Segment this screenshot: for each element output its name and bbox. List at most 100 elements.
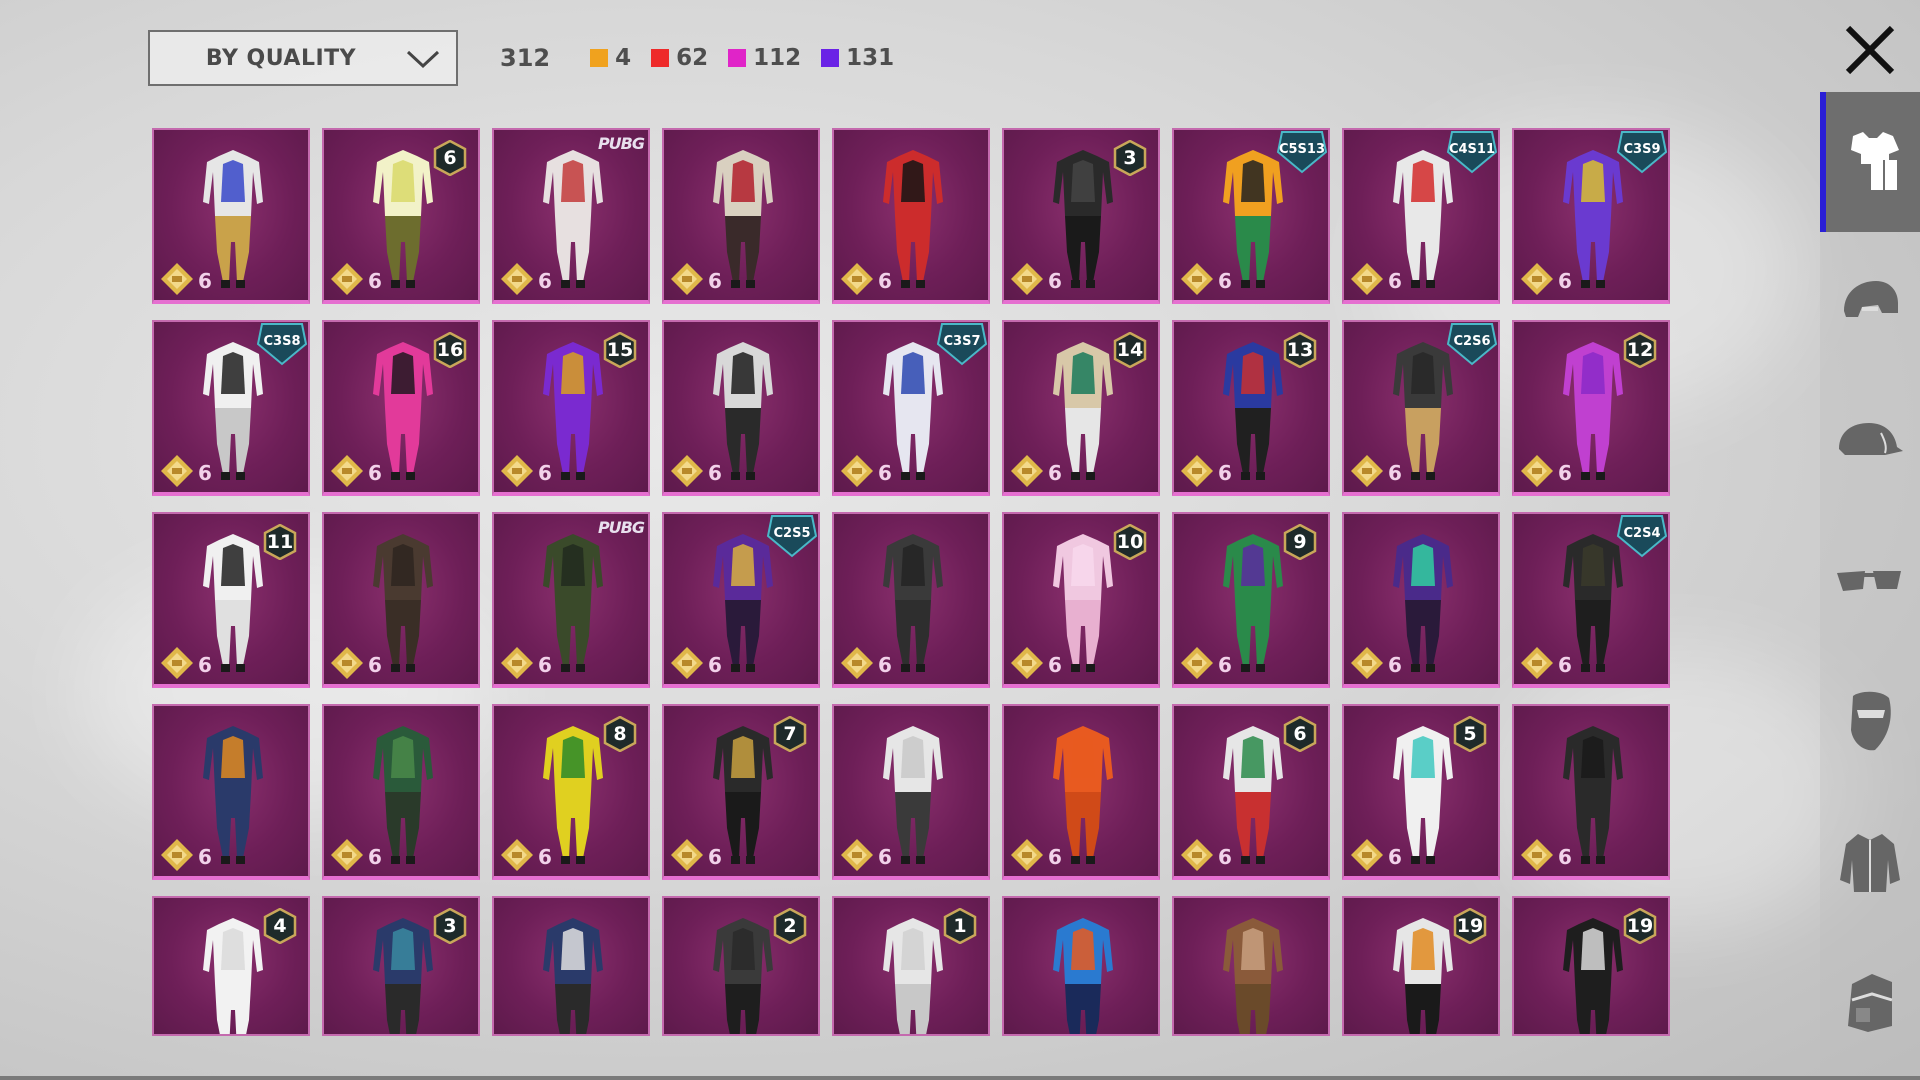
- item-card[interactable]: 6: [832, 128, 990, 304]
- item-card[interactable]: 6 C3S9: [1512, 128, 1670, 304]
- currency-icon: [1521, 263, 1553, 295]
- item-card[interactable]: 19: [1342, 896, 1500, 1036]
- item-card[interactable]: 6: [662, 320, 820, 496]
- currency-icon: [1521, 839, 1553, 871]
- close-button[interactable]: [1834, 14, 1906, 86]
- item-card[interactable]: 4: [152, 896, 310, 1036]
- item-card[interactable]: 6: [832, 512, 990, 688]
- sidebar-item-glasses[interactable]: [1820, 512, 1920, 652]
- badge-label: 9: [1293, 531, 1307, 553]
- item-card[interactable]: 6 11: [152, 512, 310, 688]
- item-card[interactable]: 6: [152, 704, 310, 880]
- item-card[interactable]: 6: [1002, 704, 1160, 880]
- item-card[interactable]: 6 10: [1002, 512, 1160, 688]
- currency-icon: [331, 647, 363, 679]
- item-card[interactable]: 63: [1002, 128, 1160, 304]
- item-card[interactable]: 66: [322, 128, 480, 304]
- item-card[interactable]: 6 PUBG: [492, 128, 650, 304]
- item-card[interactable]: 6 C5S13: [1172, 128, 1330, 304]
- outfit-figure: [543, 918, 603, 1034]
- badge-label: 3: [1123, 147, 1137, 169]
- quality-swatch: [590, 49, 609, 67]
- currency-icon: [1181, 455, 1213, 487]
- quality-swatch: [728, 49, 747, 67]
- sidebar-item-mask[interactable]: [1820, 652, 1920, 792]
- outfit-figure: [713, 918, 773, 1034]
- quality-count-value: 62: [676, 45, 709, 71]
- item-card[interactable]: 3: [322, 896, 480, 1036]
- item-quantity: 6: [1218, 269, 1232, 293]
- season-rank-badge: 3: [1112, 139, 1148, 177]
- item-card[interactable]: 6 C4S11: [1342, 128, 1500, 304]
- item-card[interactable]: 6 C2S5: [662, 512, 820, 688]
- season-rank-badge: 12: [1622, 331, 1658, 369]
- item-quantity: 6: [878, 269, 892, 293]
- badge-label: 8: [613, 723, 627, 745]
- badge-label: 14: [1116, 339, 1144, 361]
- item-quantity: 6: [1388, 845, 1402, 869]
- item-card[interactable]: 6 12: [1512, 320, 1670, 496]
- item-quantity: 6: [878, 653, 892, 677]
- item-quantity: 6: [1558, 461, 1572, 485]
- currency-icon: [1351, 263, 1383, 295]
- item-card[interactable]: 6: [322, 512, 480, 688]
- item-card[interactable]: 1: [832, 896, 990, 1036]
- item-card[interactable]: 6 15: [492, 320, 650, 496]
- item-card[interactable]: 6 C3S7: [832, 320, 990, 496]
- item-quantity: 6: [1218, 845, 1232, 869]
- item-card[interactable]: 2: [662, 896, 820, 1036]
- currency-icon: [1521, 455, 1553, 487]
- item-card[interactable]: 6 C2S4: [1512, 512, 1670, 688]
- item-card[interactable]: 6: [1342, 512, 1500, 688]
- item-quantity: 6: [1048, 653, 1062, 677]
- season-badge: C5S13: [1276, 130, 1328, 174]
- item-card[interactable]: 67: [662, 704, 820, 880]
- sidebar-item-jacket[interactable]: [1820, 792, 1920, 932]
- item-quantity: 6: [368, 269, 382, 293]
- item-card[interactable]: 6: [1512, 704, 1670, 880]
- season-rank-badge: 7: [772, 715, 808, 753]
- item-card[interactable]: 6 C2S6: [1342, 320, 1500, 496]
- badge-label: C4S11: [1448, 142, 1496, 157]
- item-card[interactable]: [1172, 896, 1330, 1036]
- quality-count-value: 131: [846, 45, 895, 71]
- item-card[interactable]: 6: [662, 128, 820, 304]
- item-card[interactable]: [492, 896, 650, 1036]
- item-quantity: 6: [368, 653, 382, 677]
- badge-label: 6: [443, 147, 457, 169]
- season-rank-badge: 15: [602, 331, 638, 369]
- sidebar-item-cap[interactable]: [1820, 372, 1920, 512]
- sort-dropdown[interactable]: BY QUALITY: [148, 30, 458, 86]
- outfit-figure: [203, 918, 263, 1034]
- season-rank-badge: 6: [1282, 715, 1318, 753]
- item-card[interactable]: 6: [322, 704, 480, 880]
- item-card[interactable]: 66: [1172, 704, 1330, 880]
- sidebar-item-helmet[interactable]: [1820, 232, 1920, 372]
- currency-icon: [1351, 455, 1383, 487]
- item-card[interactable]: 6: [832, 704, 990, 880]
- item-card[interactable]: 65: [1342, 704, 1500, 880]
- item-card[interactable]: 6 13: [1172, 320, 1330, 496]
- badge-label: 16: [436, 339, 464, 361]
- cap-icon: [1839, 423, 1903, 455]
- badge-label: C5S13: [1278, 142, 1326, 157]
- currency-icon: [331, 839, 363, 871]
- item-card[interactable]: 6 C3S8: [152, 320, 310, 496]
- item-quantity: 6: [1048, 461, 1062, 485]
- item-card[interactable]: 6 PUBG: [492, 512, 650, 688]
- item-quantity: 6: [1218, 461, 1232, 485]
- badge-label: 11: [266, 531, 294, 553]
- item-card[interactable]: 6 16: [322, 320, 480, 496]
- item-card[interactable]: 6 14: [1002, 320, 1160, 496]
- season-badge: C2S4: [1616, 514, 1668, 558]
- sidebar-item-backpack[interactable]: [1820, 932, 1920, 1072]
- item-card[interactable]: 19: [1512, 896, 1670, 1036]
- sidebar-item-outfit[interactable]: [1820, 92, 1920, 232]
- badge-label: 6: [1293, 723, 1307, 745]
- item-card[interactable]: [1002, 896, 1160, 1036]
- currency-icon: [501, 455, 533, 487]
- item-card[interactable]: 69: [1172, 512, 1330, 688]
- item-card[interactable]: 68: [492, 704, 650, 880]
- item-card[interactable]: 6: [152, 128, 310, 304]
- quality-count-mythic: 62: [651, 45, 708, 71]
